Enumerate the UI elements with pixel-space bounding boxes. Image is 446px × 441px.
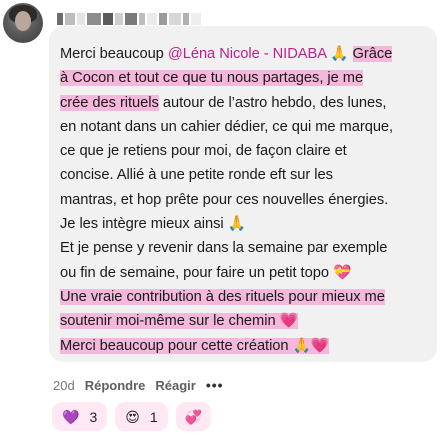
comment-line: soutenir moi-même sur le chemin 💗 xyxy=(60,309,432,333)
text-segment: Merci beaucoup xyxy=(60,46,168,62)
comment-thread: Merci beaucoup @Léna Nicole - NIDABA 🙏 G… xyxy=(0,0,446,441)
highlighted-text: crée des rituels xyxy=(60,94,159,111)
highlighted-text: Une vraie contribution à des rituels pou… xyxy=(60,288,385,305)
text-segment: 🙏 xyxy=(326,46,353,62)
highlighted-text: Merci beaucoup pour cette création 🙏💗 xyxy=(60,337,330,354)
react-button[interactable]: Réagir xyxy=(155,378,195,393)
avatar[interactable] xyxy=(3,3,43,43)
comment-line: Une vraie contribution à des rituels pou… xyxy=(60,285,432,309)
comment-actions: 20d Répondre Réagir ••• xyxy=(53,377,224,393)
reaction-count: 1 xyxy=(149,408,158,425)
add-reaction-button[interactable]: 💞 xyxy=(175,402,212,431)
add-reaction-icon: 💞 xyxy=(184,408,203,425)
comment-line: à Cocon et tout ce que tu nous partages,… xyxy=(60,66,432,90)
comment-line: ou fin de semaine, pour faire un petit t… xyxy=(60,264,352,281)
comment-line: mantras, et hop prête pour ces nouvelles… xyxy=(60,191,389,208)
comment-line: Et je pense y revenir dans la semaine pa… xyxy=(60,240,388,257)
comment-line: Je les intègre mieux ainsi 🙏 xyxy=(60,216,246,233)
reaction-purple-heart[interactable]: 💜 3 xyxy=(52,402,108,431)
highlighted-text: à Cocon et tout ce que tu nous partages,… xyxy=(60,70,364,87)
more-options-icon[interactable]: ••• xyxy=(206,377,224,393)
comment-line: crée des rituels autour de l’astro hebdo… xyxy=(60,91,432,115)
reactions-bar: 💜 3 😍 1 💞 xyxy=(52,402,212,431)
highlighted-text: soutenir moi-même sur le chemin 💗 xyxy=(60,313,298,330)
heart-eyes-icon: 😍 xyxy=(125,408,140,425)
mention-link[interactable]: @Léna Nicole - NIDABA xyxy=(168,46,326,62)
reply-button[interactable]: Répondre xyxy=(85,378,146,393)
comment-line: Merci beaucoup @Léna Nicole - NIDABA 🙏 G… xyxy=(60,42,432,66)
reaction-count: 3 xyxy=(89,408,98,425)
purple-heart-icon: 💜 xyxy=(62,408,80,425)
comment-line: Merci beaucoup pour cette création 🙏💗 xyxy=(60,334,432,358)
author-name-redacted[interactable] xyxy=(57,11,201,27)
text-segment: autour de l’astro hebdo, des lunes, xyxy=(158,94,387,111)
comment-line: concise. Allié à une petite ronde eft su… xyxy=(60,167,333,184)
reaction-heart-eyes[interactable]: 😍 1 xyxy=(115,402,168,431)
comment-text: Merci beaucoup @Léna Nicole - NIDABA 🙏 G… xyxy=(60,42,432,358)
comment-line: en notant dans un cahier dédier, ce qui … xyxy=(60,118,394,135)
avatar-face xyxy=(15,11,31,31)
timestamp: 20d xyxy=(53,377,75,393)
comment-line: ce que je retiens pour moi, de façon cla… xyxy=(60,143,347,160)
highlighted-text: Grâce xyxy=(352,46,393,62)
